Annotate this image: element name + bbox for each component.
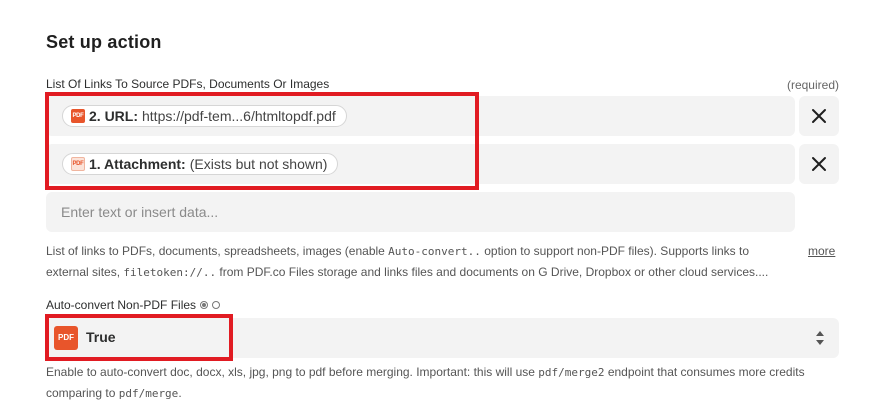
highlight-box-links bbox=[45, 92, 479, 190]
close-icon bbox=[812, 109, 826, 123]
radio-on-icon[interactable] bbox=[200, 301, 209, 309]
close-icon bbox=[812, 157, 826, 171]
sort-arrows-icon bbox=[816, 331, 824, 345]
radio-off-icon[interactable] bbox=[212, 301, 221, 309]
more-link[interactable]: more bbox=[808, 241, 835, 261]
section-title: Set up action bbox=[46, 32, 162, 52]
highlight-box-autoconvert bbox=[45, 314, 233, 361]
links-input[interactable]: Enter text or insert data... bbox=[46, 192, 795, 232]
autoconvert-help-text: Enable to auto-convert doc, docx, xls, j… bbox=[46, 365, 805, 400]
links-input-placeholder: Enter text or insert data... bbox=[61, 204, 219, 220]
links-help-text: List of links to PDFs, documents, spread… bbox=[46, 244, 769, 279]
remove-url-button[interactable] bbox=[799, 96, 839, 136]
links-field-label: List Of Links To Source PDFs, Documents … bbox=[46, 77, 330, 91]
required-label: (required) bbox=[786, 78, 839, 92]
autoconvert-label: Auto-convert Non-PDF Files bbox=[46, 298, 221, 312]
remove-attachment-button[interactable] bbox=[799, 144, 839, 184]
